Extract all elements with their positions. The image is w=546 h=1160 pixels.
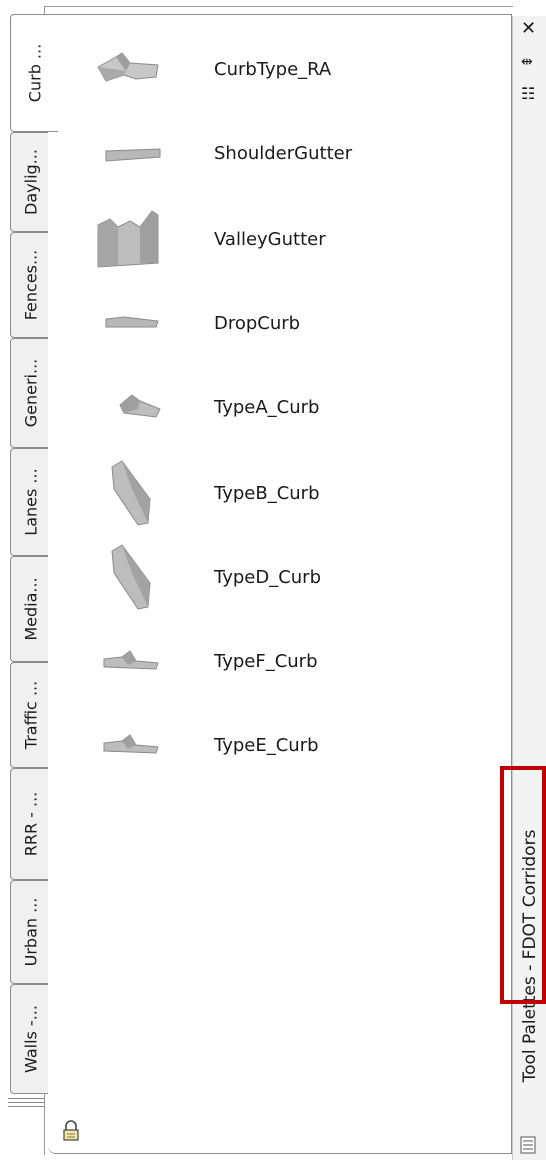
tab-label: Lanes ... [21, 468, 41, 536]
tab-traffic[interactable]: Traffic ... [10, 662, 52, 768]
valley-gutter-icon [97, 210, 159, 268]
tab-overflow-line [8, 1102, 44, 1103]
tool-label: TypeB_Curb [214, 482, 320, 504]
properties-icon[interactable]: ☷ [521, 84, 535, 103]
tool-label: DropCurb [214, 312, 301, 334]
tab-daylight[interactable]: Daylig... [10, 132, 52, 232]
tool-item-curbtype-ra[interactable]: CurbType_RA [96, 39, 496, 99]
drop-curb-icon [105, 316, 159, 328]
tab-urban[interactable]: Urban ... [10, 880, 52, 984]
tab-lanes[interactable]: Lanes ... [10, 448, 52, 556]
tab-walls[interactable]: Walls -... [10, 984, 52, 1094]
tab-overflow-line [8, 1098, 44, 1099]
type-b-curb-icon [111, 460, 151, 526]
tab-label: Walls -... [21, 1005, 41, 1073]
tool-item-typea-curb[interactable]: TypeA_Curb [96, 377, 496, 437]
type-d-curb-icon [111, 544, 151, 610]
autohide-icon[interactable]: ⇹ [521, 54, 533, 70]
tool-label: TypeA_Curb [214, 396, 320, 418]
tab-label: Traffic ... [21, 680, 41, 750]
tab-label: Fences... [21, 249, 41, 321]
tool-item-typee-curb[interactable]: TypeE_Curb [96, 715, 496, 775]
curb-ra-icon [97, 52, 159, 82]
title-highlight-box [500, 766, 546, 1004]
tab-label: Curb ... [25, 43, 44, 103]
lock-icon[interactable] [62, 1120, 80, 1142]
tool-label: TypeE_Curb [214, 734, 319, 756]
tab-generic[interactable]: Generi... [10, 338, 52, 448]
type-e-curb-icon [103, 734, 159, 754]
tool-label: TypeF_Curb [214, 650, 318, 672]
type-a-curb-icon [119, 394, 161, 418]
tab-label: Media... [21, 577, 41, 641]
tab-curb[interactable]: Curb ... [10, 14, 58, 132]
tab-label: RRR - ... [21, 791, 41, 857]
tab-fences[interactable]: Fences... [10, 232, 52, 338]
tool-item-typeb-curb[interactable]: TypeB_Curb [96, 460, 496, 526]
tool-label: TypeD_Curb [214, 566, 322, 588]
tool-label: ShoulderGutter [214, 142, 353, 164]
tool-label: ValleyGutter [214, 228, 326, 250]
tab-median[interactable]: Media... [10, 556, 52, 662]
tool-item-dropcurb[interactable]: DropCurb [96, 293, 496, 353]
tab-rrr[interactable]: RRR - ... [10, 768, 52, 880]
type-f-curb-icon [103, 650, 159, 670]
shoulder-gutter-icon [105, 148, 161, 162]
tool-item-valleygutter[interactable]: ValleyGutter [96, 209, 496, 269]
close-icon[interactable]: ✕ [521, 18, 536, 39]
tab-label: Urban ... [21, 897, 41, 967]
palette-properties-icon[interactable] [520, 1136, 536, 1154]
palette-content-panel: CurbType_RA ShoulderGutter ValleyGutter … [48, 14, 512, 1154]
tab-label: Generi... [21, 358, 41, 428]
tool-item-typed-curb[interactable]: TypeD_Curb [96, 544, 496, 610]
tool-label: CurbType_RA [214, 58, 332, 80]
tab-label: Daylig... [21, 149, 41, 215]
tool-item-shouldergutter[interactable]: ShoulderGutter [96, 123, 496, 183]
tab-overflow-line [8, 1106, 44, 1107]
tool-item-typef-curb[interactable]: TypeF_Curb [96, 631, 496, 691]
